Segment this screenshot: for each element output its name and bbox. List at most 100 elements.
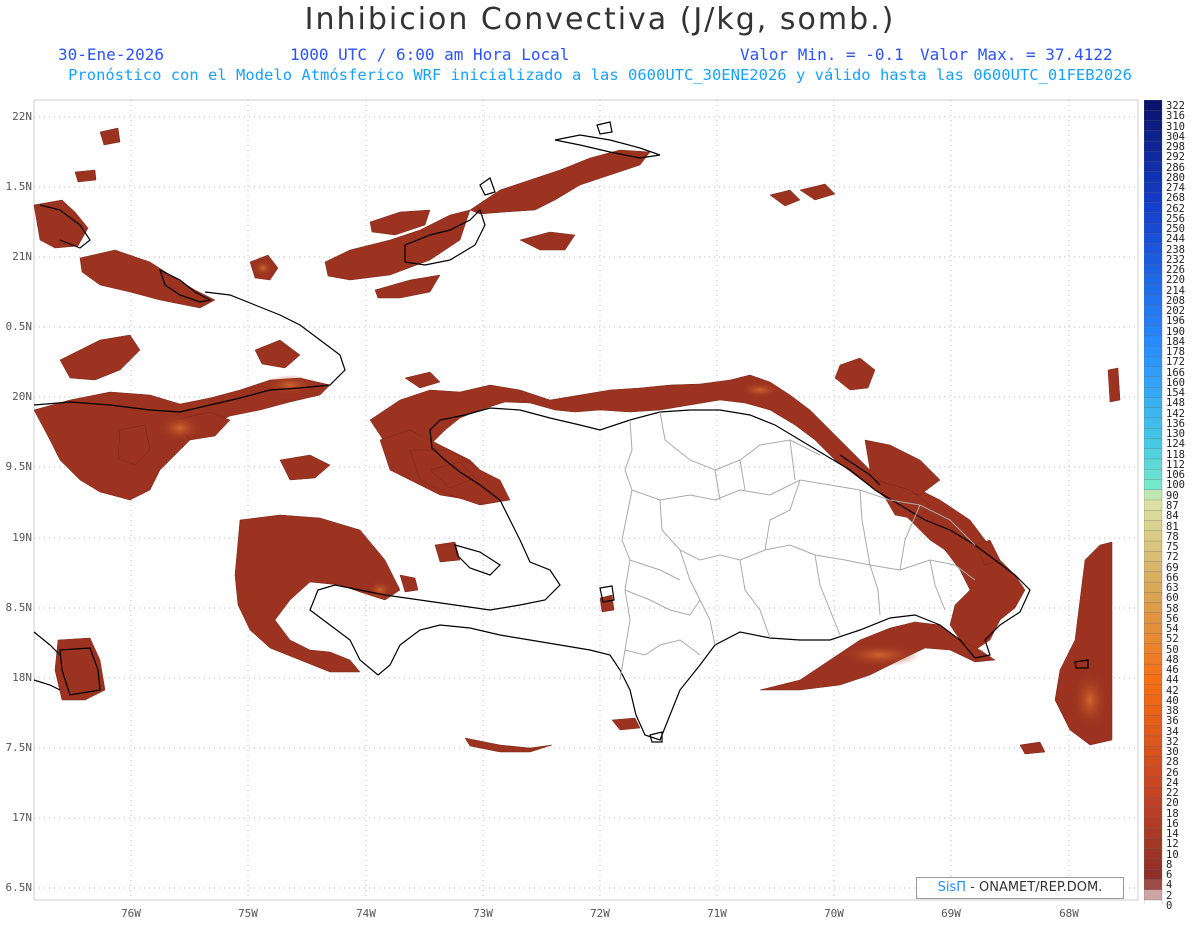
colorbar-label: 292: [1166, 151, 1185, 164]
colorbar-swatch: [1144, 684, 1163, 696]
colorbar-swatch: [1144, 222, 1163, 234]
colorbar-swatch: [1144, 612, 1163, 624]
lat-label: 19N: [12, 531, 32, 544]
colorbar-swatch: [1144, 817, 1163, 829]
lat-label: 8.5N: [5, 601, 33, 614]
lat-label: 7.5N: [5, 741, 33, 754]
colorbar-label: 124: [1166, 438, 1185, 451]
colorbar-swatch: [1144, 735, 1163, 747]
colorbar-label: 28: [1166, 756, 1179, 769]
colorbar: [1144, 100, 1163, 904]
colorbar-swatch: [1144, 304, 1163, 317]
colorbar-swatch: [1144, 387, 1163, 399]
colorbar-swatch: [1144, 171, 1163, 183]
colorbar-swatch: [1144, 356, 1163, 368]
colorbar-swatch: [1144, 140, 1163, 152]
colorbar-label: 196: [1166, 315, 1185, 328]
colorbar-label: 316: [1166, 110, 1185, 123]
lat-label: 6.5N: [5, 881, 33, 894]
colorbar-swatch: [1144, 202, 1163, 214]
map-canvas: [33, 99, 1139, 901]
colorbar-label: 12: [1166, 838, 1179, 851]
colorbar-swatch: [1144, 848, 1163, 860]
colorbar-swatch: [1144, 704, 1163, 717]
colorbar-swatch: [1144, 376, 1163, 388]
colorbar-label: 4: [1166, 879, 1173, 892]
colorbar-swatch: [1144, 807, 1163, 819]
colorbar-swatch: [1144, 274, 1163, 286]
colorbar-swatch: [1144, 571, 1163, 583]
colorbar-swatch: [1144, 407, 1163, 419]
colorbar-swatch: [1144, 889, 1163, 901]
colorbar-swatch: [1144, 130, 1163, 142]
sispi-logo: SisΠ: [937, 880, 967, 895]
plot-frame: [33, 99, 1139, 901]
colorbar-swatch: [1144, 448, 1163, 460]
colorbar-label: 220: [1166, 274, 1185, 287]
lon-label: 72W: [590, 907, 610, 920]
colorbar-swatch: [1144, 110, 1163, 122]
colorbar-swatch: [1144, 520, 1163, 532]
lat-label: 17N: [12, 811, 32, 824]
colorbar-swatch: [1144, 561, 1163, 573]
colorbar-swatch: [1144, 622, 1163, 634]
colorbar-swatch: [1144, 120, 1163, 132]
colorbar-swatch: [1144, 325, 1163, 337]
lon-label: 76W: [121, 907, 141, 920]
colorbar-swatch: [1144, 869, 1163, 881]
colorbar-swatch: [1144, 151, 1163, 163]
lat-label: 9.5N: [5, 460, 33, 473]
colorbar-swatch: [1144, 192, 1163, 204]
colorbar-label: 148: [1166, 397, 1185, 410]
lon-label: 71W: [707, 907, 727, 920]
lon-label: 75W: [238, 907, 258, 920]
colorbar-swatch: [1144, 540, 1163, 552]
colorbar-swatch: [1144, 315, 1163, 327]
colorbar-swatch: [1144, 346, 1163, 358]
colorbar-label: 72: [1166, 551, 1179, 564]
colorbar-swatch: [1144, 366, 1163, 378]
colorbar-swatch: [1144, 776, 1163, 788]
colorbar-swatch: [1144, 499, 1163, 511]
credit-text: - ONAMET/REP.DOM.: [966, 880, 1103, 895]
credit-box: SisΠ - ONAMET/REP.DOM.: [916, 877, 1124, 899]
colorbar-swatch: [1144, 766, 1163, 778]
colorbar-swatch: [1144, 243, 1163, 255]
colorbar-label: 52: [1166, 633, 1179, 646]
colorbar-label: 172: [1166, 356, 1185, 369]
colorbar-swatch: [1144, 899, 1163, 904]
colorbar-swatch: [1144, 663, 1163, 676]
lon-label: 69W: [941, 907, 961, 920]
colorbar-label: 310: [1166, 120, 1185, 133]
colorbar-swatch: [1144, 479, 1163, 491]
colorbar-swatch: [1144, 674, 1163, 686]
colorbar-swatch: [1144, 653, 1163, 665]
colorbar-label: 244: [1166, 233, 1185, 246]
colorbar-label: 268: [1166, 192, 1185, 205]
colorbar-swatch: [1144, 797, 1163, 809]
colorbar-swatch: [1144, 828, 1163, 840]
colorbar-swatch: [1144, 294, 1163, 306]
colorbar-swatch: [1144, 787, 1163, 799]
lon-label: 74W: [356, 907, 376, 920]
colorbar-swatch: [1144, 530, 1163, 542]
colorbar-swatch: [1144, 592, 1163, 604]
colorbar-swatch: [1144, 469, 1163, 481]
colorbar-swatch: [1144, 458, 1163, 470]
colorbar-swatch: [1144, 417, 1163, 429]
colorbar-swatch: [1144, 233, 1163, 245]
colorbar-swatch: [1144, 838, 1163, 850]
lat-label: 0.5N: [5, 320, 33, 333]
lat-label: 22N: [12, 110, 32, 123]
colorbar-swatch: [1144, 181, 1163, 193]
lat-label: 20N: [12, 390, 32, 403]
colorbar-swatch: [1144, 725, 1163, 737]
colorbar-swatch: [1144, 643, 1163, 655]
colorbar-label: 20: [1166, 797, 1179, 810]
colorbar-swatch: [1144, 551, 1163, 563]
colorbar-swatch: [1144, 581, 1163, 593]
colorbar-swatch: [1144, 510, 1163, 522]
colorbar-swatch: [1144, 756, 1163, 768]
lon-label: 70W: [824, 907, 844, 920]
colorbar-swatch: [1144, 489, 1163, 501]
